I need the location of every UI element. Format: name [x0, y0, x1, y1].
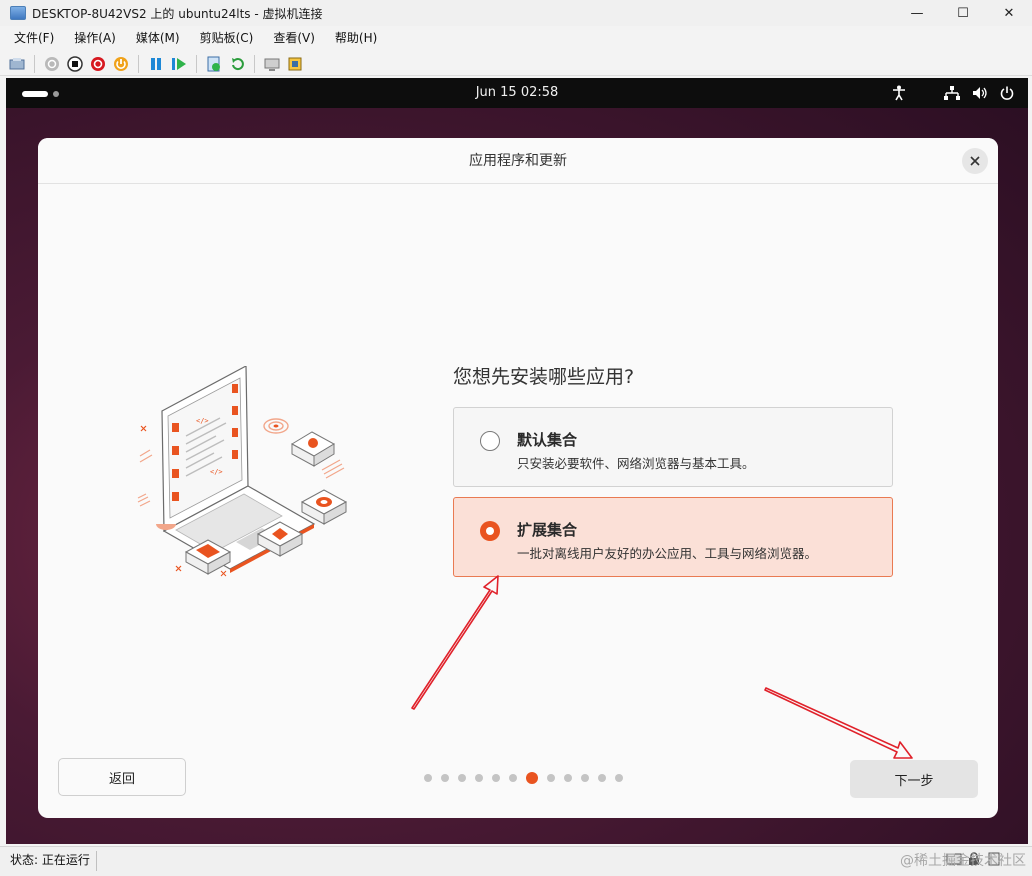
enhanced-session-icon[interactable]: [263, 55, 281, 73]
window-controls: — ☐ ✕: [894, 0, 1032, 26]
checkpoint-icon[interactable]: [205, 55, 223, 73]
revert-icon[interactable]: [228, 55, 246, 73]
step-dot: [581, 774, 589, 782]
step-dot: [441, 774, 449, 782]
clock[interactable]: Jun 15 02:58: [6, 78, 1028, 108]
vm-status: 状态: 正在运行: [10, 853, 90, 867]
share-icon[interactable]: [286, 55, 304, 73]
accessibility-icon[interactable]: [892, 85, 906, 101]
menu-media[interactable]: 媒体(M): [136, 28, 180, 48]
step-dot-current: [526, 772, 538, 784]
installer-dialog: 应用程序和更新 </> </> 您想先安装哪些应用? 默认集合 只安装必要软件、…: [38, 138, 998, 818]
watermark: @稀土掘金技术社区: [900, 853, 1026, 869]
gnome-top-bar: Jun 15 02:58: [6, 78, 1028, 108]
step-dot: [509, 774, 517, 782]
status-divider: [96, 851, 97, 871]
step-dot: [547, 774, 555, 782]
svg-text:</>: </>: [196, 417, 209, 425]
back-button[interactable]: 返回: [58, 758, 186, 796]
power-icon[interactable]: [1000, 86, 1014, 100]
svg-text:</>: </>: [210, 468, 223, 476]
extended-selection-radio[interactable]: [480, 521, 500, 541]
menu-view[interactable]: 查看(V): [273, 28, 315, 48]
toolbar-divider: [196, 54, 197, 73]
option-description: 只安装必要软件、网络浏览器与基本工具。: [517, 456, 755, 471]
save-icon[interactable]: [112, 55, 130, 73]
extended-selection-option[interactable]: 扩展集合 一批对离线用户友好的办公应用、工具与网络浏览器。: [453, 497, 893, 577]
turn-off-icon[interactable]: [66, 55, 84, 73]
menu-help[interactable]: 帮助(H): [335, 28, 377, 48]
volume-icon[interactable]: [972, 86, 988, 100]
default-selection-option[interactable]: 默认集合 只安装必要软件、网络浏览器与基本工具。: [453, 407, 893, 487]
step-dot: [475, 774, 483, 782]
toolbar-divider: [254, 54, 255, 73]
option-title: 扩展集合: [517, 521, 578, 539]
network-wired-icon[interactable]: [944, 86, 960, 100]
vm-monitor-icon: [10, 6, 26, 20]
apps-question: 您想先安装哪些应用?: [453, 366, 635, 388]
step-dot: [458, 774, 466, 782]
step-dot: [615, 774, 623, 782]
start-icon[interactable]: [43, 55, 61, 73]
shut-down-icon[interactable]: [89, 55, 107, 73]
close-icon: [970, 156, 980, 166]
step-dot: [598, 774, 606, 782]
minimize-button[interactable]: —: [894, 0, 940, 26]
toolbar: [0, 52, 1032, 76]
system-tray[interactable]: [892, 78, 1014, 108]
toolbar-divider: [138, 54, 139, 73]
laptop-apps-illustration: </> </>: [137, 366, 348, 577]
status-bar: 状态: 正在运行 @稀土掘金技术社区: [0, 846, 1032, 876]
pause-icon[interactable]: [147, 55, 165, 73]
option-description: 一批对离线用户友好的办公应用、工具与网络浏览器。: [517, 546, 818, 561]
close-button[interactable]: ✕: [986, 0, 1032, 26]
step-indicator: [424, 772, 623, 784]
toolbar-divider: [34, 54, 35, 73]
resume-icon[interactable]: [170, 55, 188, 73]
step-dot: [424, 774, 432, 782]
menu-action[interactable]: 操作(A): [74, 28, 116, 48]
maximize-button[interactable]: ☐: [940, 0, 986, 26]
menu-clipboard[interactable]: 剪贴板(C): [200, 28, 254, 48]
menu-bar: 文件(F) 操作(A) 媒体(M) 剪贴板(C) 查看(V) 帮助(H): [0, 28, 397, 48]
menu-file[interactable]: 文件(F): [14, 28, 54, 48]
step-dot: [564, 774, 572, 782]
title-bar: DESKTOP-8U42VS2 上的 ubuntu24lts - 虚拟机连接 —…: [0, 0, 1032, 26]
dialog-header: 应用程序和更新: [38, 138, 998, 184]
vm-connection-window: DESKTOP-8U42VS2 上的 ubuntu24lts - 虚拟机连接 —…: [0, 0, 1032, 876]
next-button[interactable]: 下一步: [850, 760, 978, 798]
default-selection-radio[interactable]: [480, 431, 500, 451]
step-dot: [492, 774, 500, 782]
ctrl-alt-del-icon[interactable]: [8, 55, 26, 73]
dialog-close-button[interactable]: [962, 148, 988, 174]
dialog-title: 应用程序和更新: [469, 153, 567, 169]
vm-display[interactable]: Jun 15 02:58 应用程序和更新 </> </> 您想先安装哪些应用? …: [6, 78, 1028, 844]
option-title: 默认集合: [517, 431, 578, 449]
window-title: DESKTOP-8U42VS2 上的 ubuntu24lts - 虚拟机连接: [32, 6, 323, 21]
